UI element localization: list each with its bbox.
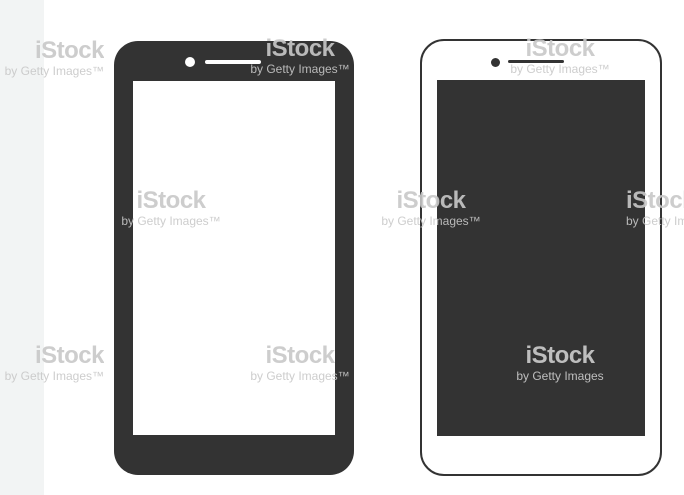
earpiece-speaker	[205, 60, 261, 64]
left-gutter	[0, 0, 44, 495]
phone-screen	[133, 81, 335, 435]
stock-image: iStock by Getty Images™ iStock by Getty …	[0, 0, 684, 495]
smartphone-light-icon	[420, 39, 662, 476]
front-camera	[185, 57, 195, 67]
smartphone-dark-icon	[114, 41, 354, 475]
phone-screen	[437, 80, 645, 436]
front-camera	[491, 58, 500, 67]
earpiece-speaker	[508, 60, 564, 63]
